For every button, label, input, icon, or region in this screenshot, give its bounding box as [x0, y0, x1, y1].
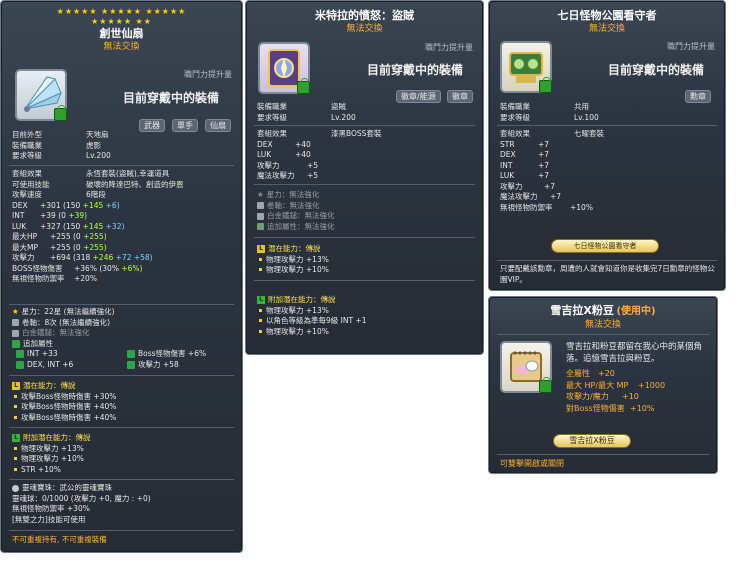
title-item-icon — [500, 341, 552, 393]
item-stats: 套組效果 永恆套裝(盜賊),幸運道具 可使用技能 破壞的降達巴特、創造的伊恩 攻擊速… — [12, 169, 184, 283]
item-description: 只要配戴該勳章，周遭的人就會知道你是收集完7日勳章的怪物公園VIP。 — [500, 264, 715, 284]
trade-status: 無法交換 — [588, 24, 625, 34]
emblem-item-icon — [258, 42, 310, 94]
lock-icon — [539, 77, 552, 93]
hammer-icon — [12, 329, 19, 337]
item-title: 七日怪物公園看守者 — [557, 9, 657, 22]
item-tooltip-emblem: 米特拉的憤怒：盜賊 無法交換 職鬥力提升量 目前穿戴中的裝備 徽章/能源 徽章 … — [245, 0, 484, 355]
item-tooltip-medal: 七日怪物公園看守者 無法交換 職鬥力提升量 目前穿戴中的裝備 勳章 裝備職業 共用… — [488, 0, 726, 291]
item-info: 目前外型 天地扇 裝備職業 虎影 要求等級 Lv.200 — [12, 130, 111, 160]
potential-section: L 潛在能力：傳說 物理攻擊力 +13% 物理攻擊力 +10% — [257, 244, 329, 276]
item-title: 米特拉的憤怒：盜賊 — [315, 9, 414, 22]
item-stats: 套組效果 漆黑BOSS套裝 DEX +40 LUK +40 攻擊力 +5 魔法攻擊力 +5 — [257, 129, 382, 180]
power-increase-label: 職鬥力提升量 — [667, 42, 715, 51]
star-force-stars-row2: ★★★★★ ★★ — [91, 17, 152, 26]
enhancement-info: ★ 星力：無法強化 卷軸：無法強化 白金鐵鎚：無法強化 追加屬性：無法強化 — [257, 190, 335, 231]
additional-potential-section: L 附加潛在能力：傳說 物理攻擊力 +13% 以角色等級為準每9級 INT +1 … — [257, 295, 367, 337]
trade-status: 無法交換 — [346, 24, 383, 34]
item-title: 創世仙扇 — [99, 27, 144, 40]
scroll-icon — [12, 319, 19, 326]
medal-nameplate: 七日怪物公園看守者 — [551, 239, 659, 253]
lock-icon — [539, 377, 552, 393]
power-increase-label: 職鬥力提升量 — [184, 70, 232, 79]
add-attr-icon — [257, 223, 264, 230]
lock-icon — [54, 105, 67, 121]
in-use-status: (使用中) — [616, 306, 656, 317]
item-info: 裝備職業 盜賊 要求等級 Lv.200 — [257, 102, 356, 122]
additional-potential-section: L 附加潛在能力：傳說 物理攻擊力 +13% 物理攻擊力 +10% STR +10… — [12, 433, 91, 475]
title-nameplate: 雪吉拉X粉豆 — [553, 434, 631, 448]
star-force-stars-row1: ★★★★★ ★★★★★ ★★★★★ — [56, 7, 187, 16]
item-stats: 全屬性 +20 最大 HP/最大 MP +1000 攻擊力/魔力 +10 對Boss怪… — [566, 369, 666, 413]
tag-emblem-energy: 徽章/能源 — [396, 90, 441, 103]
item-title: 雪吉拉X粉豆 — [550, 304, 614, 317]
toggle-hint: 可雙擊開啟或關閉 — [500, 459, 564, 468]
tag-medal: 勳章 — [685, 90, 711, 103]
item-tooltip-weapon: ★★★★★ ★★★★★ ★★★★★ ★★★★★ ★★ 創世仙扇 無法交換 職鬥力… — [0, 0, 243, 553]
add-attr-icon — [12, 339, 20, 348]
potential-section: L 潛在能力：傳說 攻擊Boss怪物時傷害 +30% 攻擊Boss怪物時傷害 +4… — [12, 381, 116, 423]
item-info: 裝備職業 共用 要求等級 Lv.100 — [500, 102, 599, 122]
tag-weapon: 武器 — [139, 119, 165, 132]
medal-item-icon — [500, 41, 552, 93]
equip-restriction: 不可重複持有, 不可重複裝備 — [12, 535, 107, 544]
tag-one-handed: 單手 — [172, 119, 198, 132]
fan-item-icon — [15, 69, 67, 121]
item-tooltip-title: 雪吉拉X粉豆 (使用中) 無法交換 雪吉拉和粉豆都留在我心中的某個角落。追憶雪吉… — [488, 296, 718, 474]
scroll-icon — [257, 202, 264, 209]
tag-fan: 仙扇 — [205, 119, 231, 132]
soul-section: 靈魂寶珠：武公的靈魂寶珠 靈魂球：0/1000 (攻擊力 +0, 魔力 : +0… — [12, 483, 151, 524]
equipped-label: 目前穿戴中的裝備 — [608, 63, 705, 77]
enhancement-info: ★ 星力：22星 (無法繼續強化) 卷軸：8次 (無法繼續強化) 白金鐵鎚：無法強… — [12, 307, 207, 369]
hammer-icon — [257, 212, 264, 220]
item-description: 雪吉拉和粉豆都留在我心中的某個角落。追憶雪吉拉與粉豆。 — [566, 342, 703, 364]
power-increase-label: 職鬥力提升量 — [425, 43, 473, 52]
equipped-label: 目前穿戴中的裝備 — [123, 91, 220, 105]
trade-status: 無法交換 — [584, 320, 621, 330]
tag-emblem: 徽章 — [447, 90, 473, 103]
star-force-text: 星力：22星 (無法繼續強化) — [21, 307, 115, 316]
item-title-row: 雪吉拉X粉豆 (使用中) — [489, 304, 717, 319]
soul-icon — [12, 484, 19, 492]
trade-status: 無法交換 — [103, 42, 140, 52]
item-stats: 套組效果 七曜套裝 STR +7 DEX +7 INT +7 LUK +7 攻擊力 +7 魔… — [500, 129, 604, 212]
equipped-label: 目前穿戴中的裝備 — [367, 63, 464, 77]
lock-icon — [297, 78, 310, 94]
